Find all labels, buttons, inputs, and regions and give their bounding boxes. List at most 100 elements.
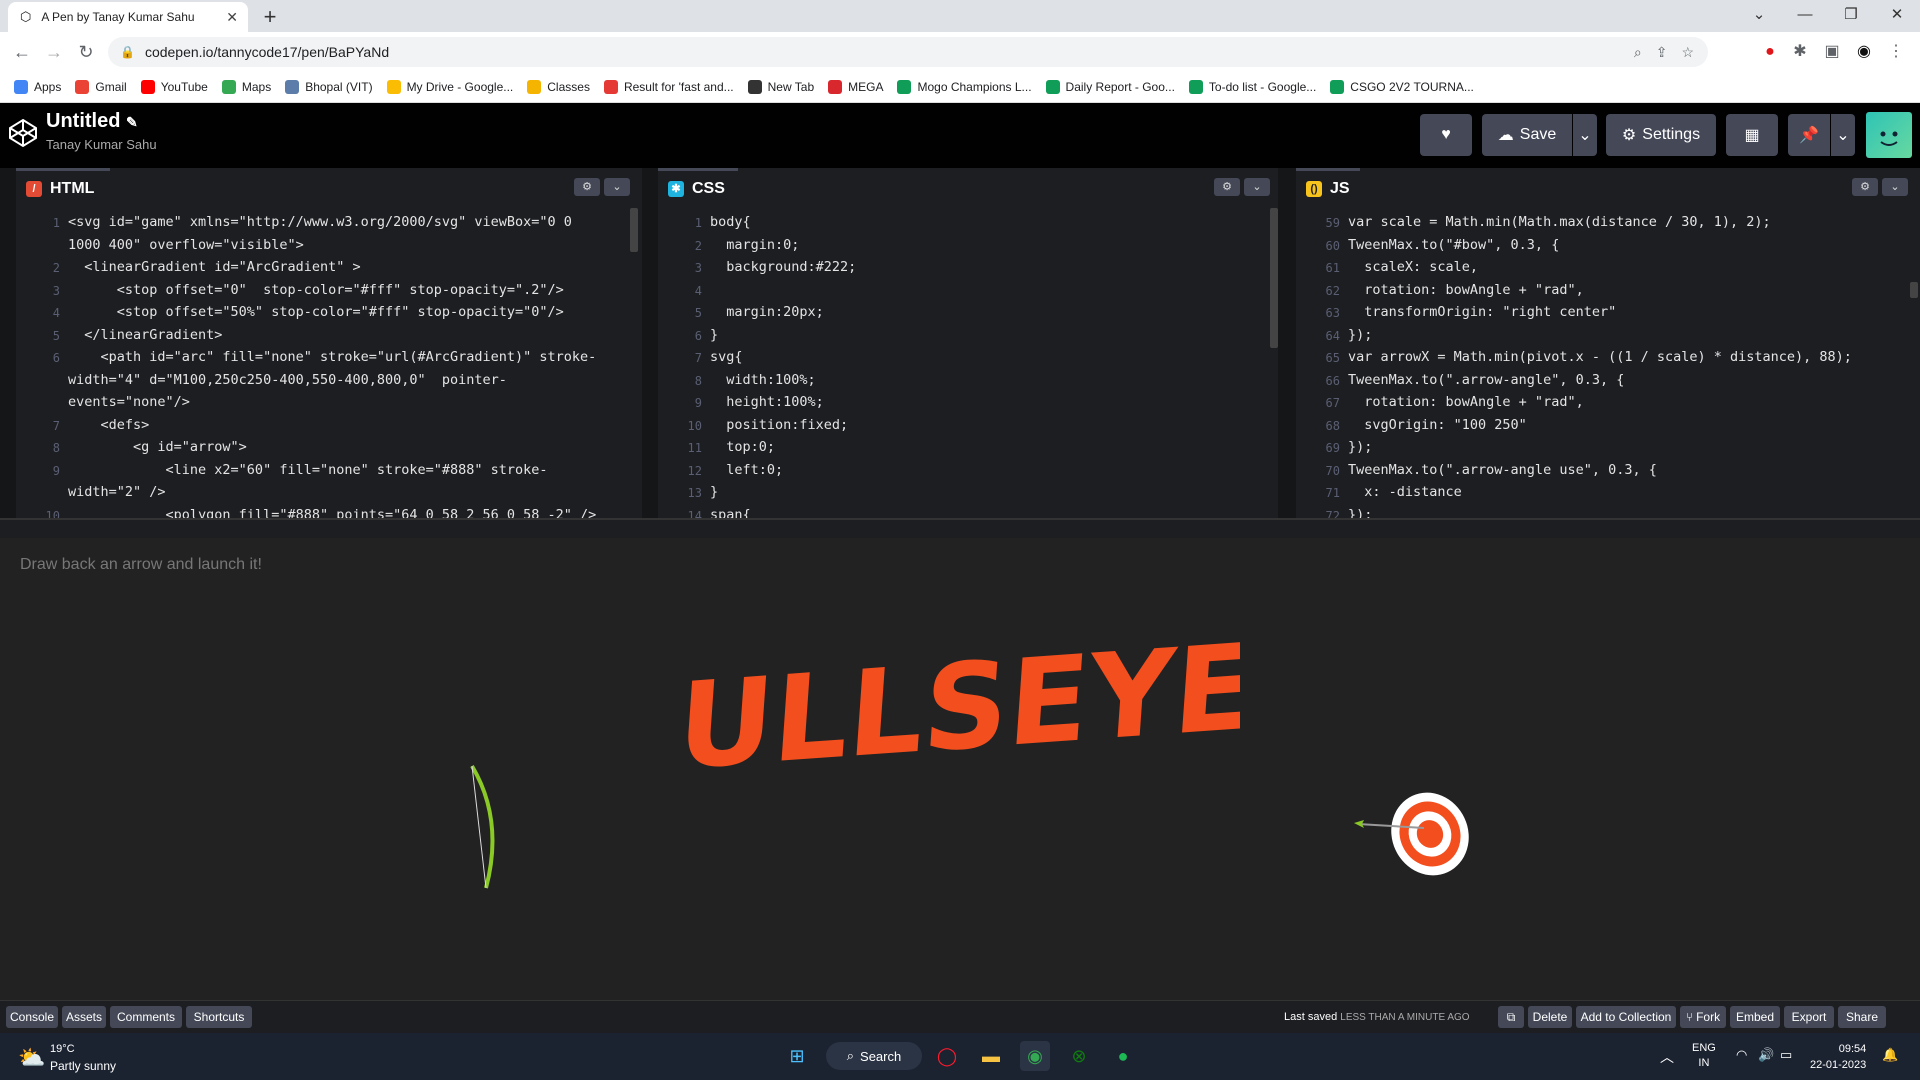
resize-handle[interactable]: [0, 518, 1920, 538]
pen-author[interactable]: Tanay Kumar Sahu: [46, 137, 157, 152]
new-tab-icon[interactable]: +: [256, 4, 284, 30]
bookmark-item[interactable]: New Tab: [747, 80, 814, 94]
save-options-chevron-icon[interactable]: ⌄: [1573, 114, 1597, 156]
battery-icon[interactable]: ▭: [1780, 1047, 1792, 1063]
footer-button[interactable]: Assets: [62, 1006, 106, 1028]
file-explorer-icon[interactable]: ▬: [976, 1041, 1006, 1071]
bookmark-item[interactable]: YouTube: [140, 80, 208, 94]
pen-title-text[interactable]: Untitled: [46, 110, 120, 132]
js-settings-gear-icon[interactable]: ⚙: [1852, 178, 1878, 196]
css-settings-gear-icon[interactable]: ⚙: [1214, 178, 1240, 196]
footer-button[interactable]: Shortcuts: [186, 1006, 252, 1028]
code-line[interactable]: <path id="arc" fill="none" stroke="url(#…: [68, 349, 597, 365]
clock[interactable]: 09:54 22-01-2023: [1810, 1041, 1866, 1073]
code-line[interactable]: });: [1348, 327, 1372, 343]
code-line[interactable]: rotation: bowAngle + "rad",: [1348, 394, 1583, 410]
footer-button[interactable]: Embed: [1730, 1006, 1780, 1028]
js-code-area[interactable]: 59 var scale = Math.min(Math.max(distance…: [1296, 206, 1920, 518]
bookmark-star-icon[interactable]: ☆: [1681, 44, 1694, 61]
bookmark-item[interactable]: CSGO 2V2 TOURNA...: [1330, 80, 1474, 94]
opera-extension-icon[interactable]: ●: [1758, 40, 1782, 64]
code-line[interactable]: x: -distance: [1348, 484, 1462, 500]
minimize-icon[interactable]: —: [1782, 0, 1828, 30]
bookmark-item[interactable]: To-do list - Google...: [1188, 80, 1316, 94]
code-line[interactable]: height:100%;: [710, 394, 824, 410]
close-window-icon[interactable]: ✕: [1874, 0, 1920, 30]
bow[interactable]: [460, 760, 500, 894]
css-code-area[interactable]: 1 body{2 margin:0; 3 background:#222; 4 5 ma…: [658, 206, 1278, 518]
code-line[interactable]: scaleX: scale,: [1348, 259, 1478, 275]
js-scrollbar[interactable]: [1910, 282, 1918, 298]
edit-pencil-icon[interactable]: ✎: [126, 114, 138, 130]
js-collapse-chevron-icon[interactable]: ⌄: [1882, 178, 1908, 196]
code-line[interactable]: left:0;: [710, 462, 783, 478]
html-editor-tab[interactable]: / HTML: [16, 168, 110, 206]
back-icon[interactable]: ←: [10, 40, 34, 64]
code-line[interactable]: svgOrigin: "100 250": [1348, 417, 1527, 433]
footer-button[interactable]: Export: [1784, 1006, 1834, 1028]
code-line[interactable]: var scale = Math.min(Math.max(distance /…: [1348, 214, 1771, 230]
open-external-icon[interactable]: ⧉: [1498, 1006, 1524, 1028]
footer-button[interactable]: Console: [6, 1006, 58, 1028]
bookmark-item[interactable]: My Drive - Google...: [386, 80, 513, 94]
code-line[interactable]: <polygon fill="#888" points="64 0 58 2 5…: [68, 507, 597, 519]
code-line[interactable]: TweenMax.to("#bow", 0.3, {: [1348, 237, 1559, 253]
omnibox[interactable]: 🔒 codepen.io/tannycode17/pen/BaPYaNd ⌕ ⇪…: [108, 37, 1708, 67]
code-line[interactable]: <line x2="60" fill="none" stroke="#888" …: [68, 462, 548, 478]
code-line[interactable]: <stop offset="0" stop-color="#fff" stop-…: [68, 282, 564, 298]
html-collapse-chevron-icon[interactable]: ⌄: [604, 178, 630, 196]
bookmark-item[interactable]: Result for 'fast and...: [603, 80, 734, 94]
code-line[interactable]: <linearGradient id="ArcGradient" >: [68, 259, 360, 275]
lock-icon[interactable]: 🔒: [120, 45, 135, 59]
share-icon[interactable]: ⇪: [1656, 44, 1668, 61]
code-line[interactable]: var arrowX = Math.min(pivot.x - ((1 / sc…: [1348, 349, 1852, 365]
footer-button[interactable]: Delete: [1528, 1006, 1572, 1028]
extensions-icon[interactable]: ✱: [1788, 40, 1812, 64]
codepen-logo-icon[interactable]: [8, 118, 38, 148]
pen-title[interactable]: Untitled ✎: [46, 110, 138, 133]
html-scrollbar[interactable]: [630, 208, 638, 252]
spotify-icon[interactable]: ●: [1108, 1041, 1138, 1071]
bookmark-item[interactable]: Apps: [14, 80, 61, 94]
volume-icon[interactable]: 🔊: [1758, 1047, 1774, 1063]
footer-button[interactable]: Add to Collection: [1576, 1006, 1676, 1028]
code-line[interactable]: transformOrigin: "right center": [1348, 304, 1616, 320]
code-line[interactable]: margin:20px;: [710, 304, 824, 320]
bookmark-item[interactable]: Mogo Champions L...: [897, 80, 1032, 94]
code-line[interactable]: span{: [710, 507, 751, 519]
reload-icon[interactable]: ↻: [74, 40, 98, 64]
taskbar-search[interactable]: ⌕ Search: [826, 1042, 922, 1070]
bookmark-item[interactable]: MEGA: [828, 80, 883, 94]
side-panel-icon[interactable]: ▣: [1820, 40, 1844, 64]
forward-icon[interactable]: →: [42, 40, 66, 64]
pin-options-chevron-icon[interactable]: ⌄: [1831, 114, 1855, 156]
code-line[interactable]: }: [710, 484, 718, 500]
code-line[interactable]: margin:0;: [710, 237, 799, 253]
notification-bell-icon[interactable]: 🔔: [1882, 1047, 1898, 1063]
chrome-icon[interactable]: ◉: [1020, 1041, 1050, 1071]
code-line[interactable]: svg{: [710, 349, 743, 365]
html-settings-gear-icon[interactable]: ⚙: [574, 178, 600, 196]
css-collapse-chevron-icon[interactable]: ⌄: [1244, 178, 1270, 196]
zoom-icon[interactable]: ⌕: [1634, 44, 1642, 61]
settings-button[interactable]: ⚙ Settings: [1606, 114, 1716, 156]
code-line[interactable]: 1000 400" overflow="visible">: [68, 237, 304, 253]
bookmark-item[interactable]: Gmail: [75, 80, 127, 94]
footer-button[interactable]: ⑂ Fork: [1680, 1006, 1726, 1028]
css-scrollbar[interactable]: [1270, 208, 1278, 348]
code-line[interactable]: width:100%;: [710, 372, 815, 388]
bookmark-item[interactable]: Daily Report - Goo...: [1045, 80, 1175, 94]
code-line[interactable]: TweenMax.to(".arrow-angle use", 0.3, {: [1348, 462, 1657, 478]
html-code-area[interactable]: 1 <svg id="game" xmlns="http://www.w3.org…: [16, 206, 642, 518]
browser-tab[interactable]: ⬡ A Pen by Tanay Kumar Sahu ✕: [8, 2, 248, 32]
restore-icon[interactable]: ❐: [1828, 0, 1874, 30]
tray-overflow-chevron-icon[interactable]: ︿: [1660, 1047, 1674, 1067]
code-line[interactable]: }: [710, 327, 718, 343]
code-line[interactable]: <g id="arrow">: [68, 439, 247, 455]
bookmark-item[interactable]: Bhopal (VIT): [285, 80, 373, 94]
code-line[interactable]: position:fixed;: [710, 417, 848, 433]
code-line[interactable]: <stop offset="50%" stop-color="#fff" sto…: [68, 304, 564, 320]
js-editor-tab[interactable]: () JS: [1296, 168, 1360, 206]
windows-start-icon[interactable]: ⊞: [782, 1041, 812, 1071]
code-line[interactable]: });: [1348, 507, 1372, 519]
